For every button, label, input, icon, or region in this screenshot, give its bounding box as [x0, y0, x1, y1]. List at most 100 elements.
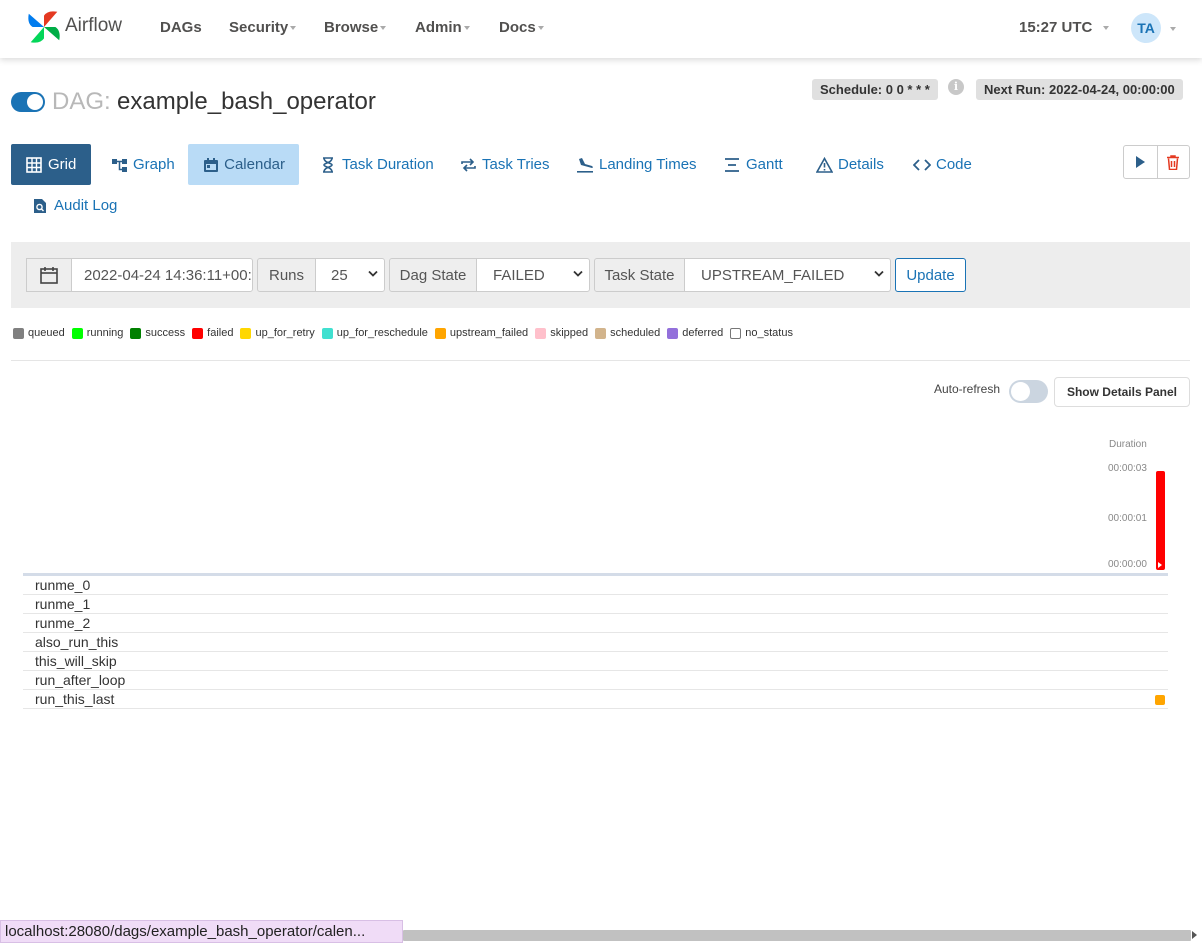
- legend-swatch: [130, 327, 142, 339]
- tab-grid[interactable]: Grid: [11, 144, 91, 185]
- legend-item-up-for-reschedule[interactable]: up_for_reschedule: [321, 327, 428, 339]
- dag-run-duration-bar[interactable]: [1156, 471, 1165, 570]
- dag-pause-toggle[interactable]: [11, 92, 45, 112]
- tab-details[interactable]: Details: [801, 144, 898, 185]
- show-details-panel-button[interactable]: Show Details Panel: [1054, 377, 1190, 407]
- tab-graph[interactable]: Graph: [96, 144, 189, 185]
- legend-swatch: [730, 327, 742, 339]
- nav-admin[interactable]: Admin: [415, 19, 470, 36]
- legend-item-scheduled[interactable]: scheduled: [595, 327, 660, 339]
- tab-details-label: Details: [838, 156, 884, 173]
- task-instance-cell[interactable]: [1155, 695, 1165, 705]
- nav-docs[interactable]: Docs: [499, 19, 544, 36]
- delete-dag-button[interactable]: [1156, 146, 1190, 178]
- dag-state-label: Dag State: [389, 258, 477, 292]
- trigger-dag-button[interactable]: [1124, 146, 1157, 178]
- task-row[interactable]: run_this_last: [23, 690, 1168, 709]
- brand-name[interactable]: Airflow: [65, 15, 122, 37]
- tab-landing-times[interactable]: Landing Times: [562, 144, 711, 185]
- legend-label: up_for_reschedule: [336, 327, 428, 339]
- task-row[interactable]: run_after_loop: [23, 671, 1168, 690]
- nav-dags[interactable]: DAGs: [160, 19, 202, 36]
- tab-audit-log[interactable]: Audit Log: [17, 185, 131, 226]
- tab-gantt[interactable]: Gantt: [709, 144, 797, 185]
- user-avatar[interactable]: TA: [1131, 13, 1161, 43]
- task-row[interactable]: runme_1: [23, 595, 1168, 614]
- legend-item-deferred[interactable]: deferred: [667, 327, 723, 339]
- tab-calendar[interactable]: Calendar: [188, 144, 299, 185]
- legend-item-up-for-retry[interactable]: up_for_retry: [240, 327, 315, 339]
- tab-task-duration-label: Task Duration: [342, 156, 434, 173]
- tab-task-tries[interactable]: Task Tries: [445, 144, 564, 185]
- task-row[interactable]: this_will_skip: [23, 652, 1168, 671]
- task-name[interactable]: run_after_loop: [35, 672, 125, 688]
- runs-select[interactable]: 25: [315, 258, 385, 292]
- legend-label: failed: [207, 327, 234, 339]
- dag-label-prefix: DAG:: [52, 88, 111, 115]
- chevron-down-icon: [1102, 26, 1109, 31]
- nav-security[interactable]: Security: [229, 19, 297, 36]
- legend-label: queued: [28, 327, 65, 339]
- scroll-right-arrow-icon[interactable]: [1192, 931, 1197, 939]
- chevron-down-icon[interactable]: [1170, 27, 1176, 31]
- tab-calendar-label: Calendar: [224, 156, 285, 173]
- task-state-label: Task State: [594, 258, 685, 292]
- dag-actions: [1123, 145, 1190, 179]
- task-state-value: UPSTREAM_FAILED: [701, 266, 845, 284]
- nav-admin-label: Admin: [415, 19, 462, 36]
- tab-task-duration[interactable]: Task Duration: [305, 144, 448, 185]
- legend-swatch: [667, 327, 679, 339]
- task-name[interactable]: also_run_this: [35, 634, 118, 650]
- legend-swatch: [595, 327, 607, 339]
- dag-state-select[interactable]: FAILED: [476, 258, 590, 292]
- task-state-select[interactable]: UPSTREAM_FAILED: [684, 258, 891, 292]
- chevron-down-icon: [290, 26, 297, 31]
- legend-swatch: [535, 327, 547, 339]
- calendar-icon: [40, 267, 58, 284]
- legend-item-running[interactable]: running: [71, 327, 123, 339]
- task-name[interactable]: runme_2: [35, 615, 90, 631]
- chevron-down-icon: [537, 26, 544, 31]
- play-marker-icon: [1158, 562, 1162, 568]
- info-icon[interactable]: i: [948, 79, 964, 95]
- chevron-down-icon: [874, 270, 884, 277]
- top-navbar: Airflow DAGs Security Browse Admin Docs …: [0, 0, 1202, 58]
- horizontal-scrollbar[interactable]: [403, 930, 1191, 941]
- tab-task-tries-label: Task Tries: [482, 156, 550, 173]
- calendar-icon: [202, 156, 219, 174]
- status-bar-url: localhost:28080/dags/example_bash_operat…: [0, 920, 403, 943]
- airflow-logo[interactable]: [25, 8, 63, 46]
- tab-code[interactable]: Code: [899, 144, 986, 185]
- duration-tick: 00:00:03: [1108, 463, 1147, 474]
- tab-grid-label: Grid: [48, 156, 77, 173]
- nav-browse[interactable]: Browse: [324, 19, 387, 36]
- legend-item-no-status[interactable]: no_status: [730, 327, 793, 339]
- clock-label: 15:27 UTC: [1019, 19, 1093, 36]
- task-name[interactable]: runme_1: [35, 596, 90, 612]
- base-date-input[interactable]: 2022-04-24 14:36:11+00:: [71, 258, 253, 292]
- task-name[interactable]: runme_0: [35, 577, 90, 593]
- task-name[interactable]: run_this_last: [35, 691, 114, 707]
- legend-item-skipped[interactable]: skipped: [535, 327, 588, 339]
- tab-landing-times-label: Landing Times: [599, 156, 697, 173]
- legend-label: up_for_retry: [255, 327, 315, 339]
- runs-value: 25: [331, 266, 348, 284]
- date-picker-button[interactable]: [26, 258, 72, 292]
- timezone-clock[interactable]: 15:27 UTC: [1019, 19, 1109, 36]
- tab-graph-label: Graph: [133, 156, 175, 173]
- task-row[interactable]: runme_0: [23, 576, 1168, 595]
- legend-item-queued[interactable]: queued: [13, 327, 65, 339]
- task-name[interactable]: this_will_skip: [35, 653, 117, 669]
- task-row[interactable]: runme_2: [23, 614, 1168, 633]
- auto-refresh-toggle[interactable]: [1009, 380, 1048, 403]
- task-row[interactable]: also_run_this: [23, 633, 1168, 652]
- legend-swatch: [71, 327, 83, 339]
- grid-icon: [25, 156, 43, 174]
- legend-item-success[interactable]: success: [130, 327, 185, 339]
- update-button[interactable]: Update: [895, 258, 966, 292]
- chevron-down-icon: [573, 270, 583, 277]
- duration-tick: 00:00:01: [1108, 513, 1147, 524]
- legend-item-failed[interactable]: failed: [192, 327, 233, 339]
- legend-item-upstream-failed[interactable]: upstream_failed: [434, 327, 528, 339]
- trash-icon: [1167, 154, 1180, 170]
